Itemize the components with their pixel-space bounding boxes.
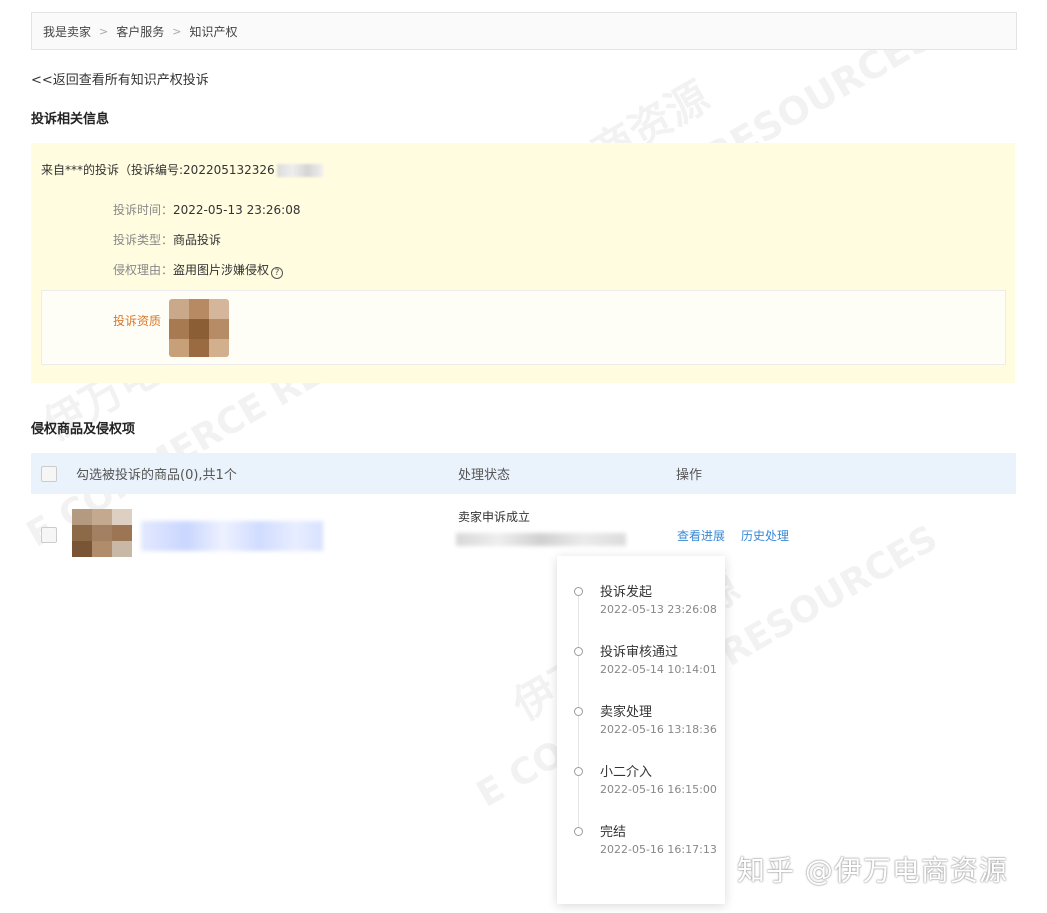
breadcrumb-item-seller[interactable]: 我是卖家: [43, 23, 91, 40]
timeline-title: 投诉审核通过: [600, 645, 679, 660]
info-row-type: 投诉类型：商品投诉: [113, 231, 221, 248]
info-value: 盗用图片涉嫌侵权: [173, 263, 270, 277]
product-title-redacted[interactable]: [141, 521, 323, 551]
view-progress-link[interactable]: 查看进展: [677, 527, 725, 544]
table-row: 卖家申诉成立 查看进展 历史处理: [31, 495, 1016, 563]
complaint-source-text: 来自***的投诉（投诉编号:202205132326: [41, 163, 275, 177]
info-value: 2022-05-13 23:26:08: [173, 203, 301, 217]
info-key: 投诉类型：: [113, 233, 174, 247]
header-select: 勾选被投诉的商品(0),共1个: [76, 468, 237, 483]
info-value: 商品投诉: [173, 233, 222, 247]
complaint-source: 来自***的投诉（投诉编号:202205132326: [41, 161, 323, 178]
timeline-time: 2022-05-16 16:15:00: [600, 783, 717, 796]
zhihu-credit-watermark: 知乎 @伊万电商资源: [737, 854, 1008, 887]
header-action: 操作: [676, 468, 703, 483]
product-thumbnail[interactable]: [72, 509, 132, 557]
timeline-title: 小二介入: [600, 765, 653, 780]
qualification-image[interactable]: [169, 299, 229, 357]
info-row-reason: 侵权理由：盗用图片涉嫌侵权?: [113, 261, 284, 279]
info-key: 侵权理由：: [113, 263, 174, 277]
timeline-time: 2022-05-13 23:26:08: [600, 603, 717, 616]
help-icon[interactable]: ?: [271, 267, 284, 279]
section-title-items: 侵权商品及侵权项: [31, 422, 136, 437]
complaint-info-panel: 来自***的投诉（投诉编号:202205132326 投诉时间：2022-05-…: [31, 143, 1015, 383]
back-link[interactable]: <<返回查看所有知识产权投诉: [31, 69, 209, 88]
progress-timeline-popup: 投诉发起 2022-05-13 23:26:08 投诉审核通过 2022-05-…: [557, 556, 725, 904]
row-checkbox[interactable]: [41, 527, 57, 543]
timeline-time: 2022-05-16 16:17:13: [600, 843, 717, 856]
timeline-title: 卖家处理: [600, 705, 653, 720]
timeline-dot-icon: [574, 707, 583, 716]
timeline-time: 2022-05-14 10:14:01: [600, 663, 717, 676]
redacted-id: [276, 164, 323, 177]
status-detail-redacted: [456, 533, 626, 546]
timeline-dot-icon: [574, 827, 583, 836]
timeline-title: 投诉发起: [600, 585, 653, 600]
info-row-time: 投诉时间：2022-05-13 23:26:08: [113, 201, 300, 218]
timeline-dot-icon: [574, 587, 583, 596]
status-text: 卖家申诉成立: [458, 510, 531, 524]
table-header: 勾选被投诉的商品(0),共1个 处理状态 操作: [31, 453, 1016, 494]
breadcrumb-item-ip: 知识产权: [189, 24, 238, 39]
chevron-right-icon: >: [172, 24, 182, 38]
timeline-title: 完结: [600, 825, 627, 840]
breadcrumb-item-service[interactable]: 客户服务: [116, 23, 164, 40]
chevron-right-icon: >: [99, 24, 109, 38]
qualification-label: 投诉资质: [113, 314, 162, 328]
info-key: 投诉时间：: [113, 203, 174, 217]
timeline-dot-icon: [574, 767, 583, 776]
section-title-info: 投诉相关信息: [31, 112, 110, 127]
timeline-time: 2022-05-16 13:18:36: [600, 723, 717, 736]
header-status: 处理状态: [458, 468, 511, 483]
timeline-dot-icon: [574, 647, 583, 656]
history-link[interactable]: 历史处理: [741, 527, 789, 544]
qualification-box: 投诉资质: [41, 290, 1006, 365]
page: 伊万电商资源 E COMMERCE RESOURCES 伊万电商资源 E COM…: [0, 0, 1047, 913]
breadcrumb: 我是卖家 > 客户服务 > 知识产权: [31, 12, 1017, 50]
select-all-checkbox[interactable]: [41, 465, 57, 482]
